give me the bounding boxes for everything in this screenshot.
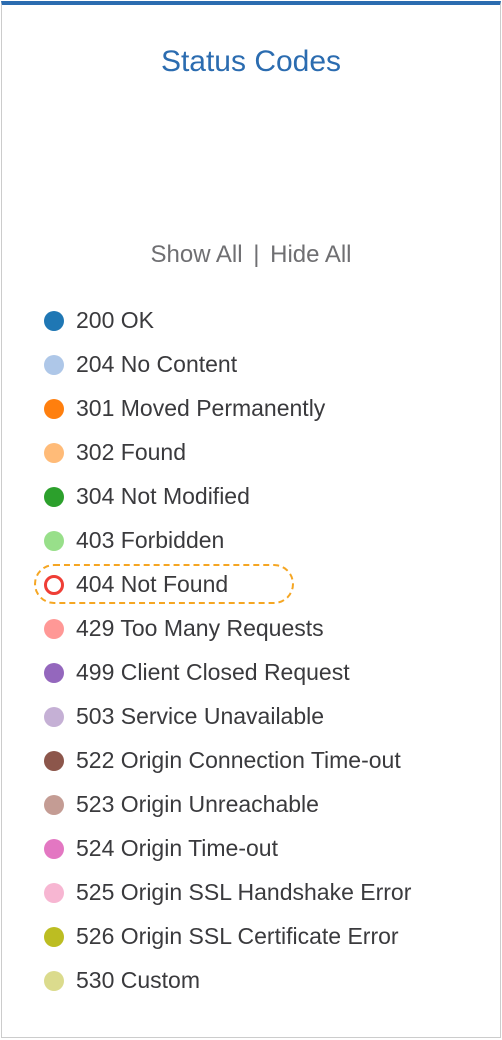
- legend-item-403[interactable]: 403 Forbidden: [44, 529, 500, 552]
- show-hide-controls: Show All | Hide All: [2, 241, 500, 269]
- legend-swatch-522: [44, 751, 64, 771]
- legend-swatch-503: [44, 707, 64, 727]
- legend-item-404[interactable]: 404 Not Found: [44, 573, 500, 596]
- legend-item-524[interactable]: 524 Origin Time-out: [44, 837, 500, 860]
- panel-title: Status Codes: [2, 5, 500, 79]
- legend-label-530: 530 Custom: [76, 969, 200, 992]
- legend-swatch-403: [44, 531, 64, 551]
- legend-item-200[interactable]: 200 OK: [44, 309, 500, 332]
- legend-item-522[interactable]: 522 Origin Connection Time-out: [44, 749, 500, 772]
- legend-item-204[interactable]: 204 No Content: [44, 353, 500, 376]
- legend-swatch-204: [44, 355, 64, 375]
- legend-item-429[interactable]: 429 Too Many Requests: [44, 617, 500, 640]
- legend-label-204: 204 No Content: [76, 353, 237, 376]
- status-codes-panel: Status Codes Show All | Hide All 200 OK2…: [1, 1, 501, 1038]
- legend-label-503: 503 Service Unavailable: [76, 705, 324, 728]
- legend-label-304: 304 Not Modified: [76, 485, 250, 508]
- hide-all-link[interactable]: Hide All: [270, 241, 351, 268]
- legend-swatch-429: [44, 619, 64, 639]
- legend-label-524: 524 Origin Time-out: [76, 837, 278, 860]
- legend-swatch-499: [44, 663, 64, 683]
- legend-swatch-526: [44, 927, 64, 947]
- legend-item-525[interactable]: 525 Origin SSL Handshake Error: [44, 881, 500, 904]
- legend-swatch-404: [44, 575, 64, 595]
- legend-swatch-304: [44, 487, 64, 507]
- legend-swatch-302: [44, 443, 64, 463]
- legend-label-301: 301 Moved Permanently: [76, 397, 325, 420]
- legend-swatch-301: [44, 399, 64, 419]
- legend-label-526: 526 Origin SSL Certificate Error: [76, 925, 399, 948]
- legend-swatch-525: [44, 883, 64, 903]
- legend-label-429: 429 Too Many Requests: [76, 617, 324, 640]
- legend-swatch-200: [44, 311, 64, 331]
- legend-item-523[interactable]: 523 Origin Unreachable: [44, 793, 500, 816]
- legend-swatch-530: [44, 971, 64, 991]
- legend-item-503[interactable]: 503 Service Unavailable: [44, 705, 500, 728]
- legend-label-525: 525 Origin SSL Handshake Error: [76, 881, 411, 904]
- legend-label-499: 499 Client Closed Request: [76, 661, 350, 684]
- legend-list: 200 OK 204 No Content 301 Moved Permanentl…: [2, 309, 500, 992]
- legend-item-301[interactable]: 301 Moved Permanently: [44, 397, 500, 420]
- legend-label-200: 200 OK: [76, 309, 154, 332]
- legend-label-302: 302 Found: [76, 441, 186, 464]
- legend-item-526[interactable]: 526 Origin SSL Certificate Error: [44, 925, 500, 948]
- legend-swatch-523: [44, 795, 64, 815]
- legend-item-499[interactable]: 499 Client Closed Request: [44, 661, 500, 684]
- legend-label-404: 404 Not Found: [76, 573, 228, 596]
- legend-label-403: 403 Forbidden: [76, 529, 224, 552]
- legend-swatch-524: [44, 839, 64, 859]
- show-hide-separator: |: [249, 241, 263, 268]
- show-all-link[interactable]: Show All: [150, 241, 242, 268]
- legend-label-522: 522 Origin Connection Time-out: [76, 749, 401, 772]
- legend-item-530[interactable]: 530 Custom: [44, 969, 500, 992]
- legend-item-302[interactable]: 302 Found: [44, 441, 500, 464]
- legend-label-523: 523 Origin Unreachable: [76, 793, 319, 816]
- legend-item-304[interactable]: 304 Not Modified: [44, 485, 500, 508]
